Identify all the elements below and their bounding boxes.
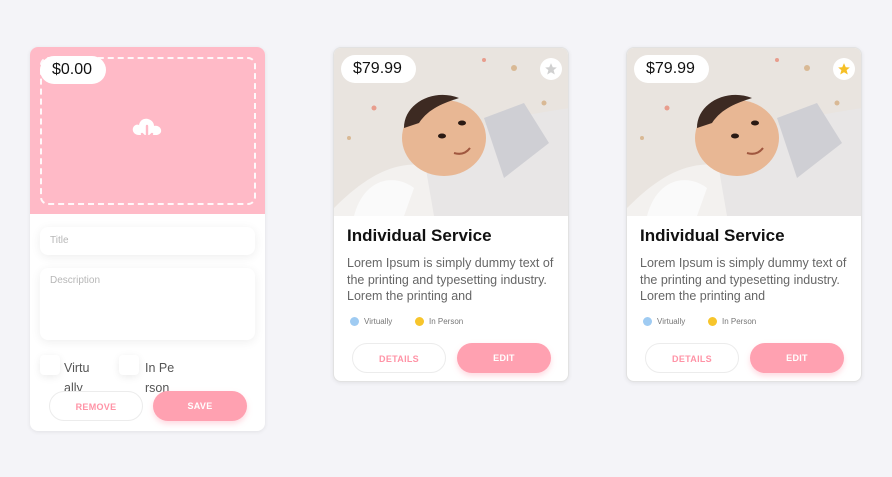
details-button[interactable]: DETAILS [352,343,446,373]
star-icon [545,63,557,75]
edit-button[interactable]: EDIT [750,343,844,373]
in-person-tag: In Person [708,317,756,326]
service-description: Lorem Ipsum is simply dummy text of the … [640,256,847,303]
description-placeholder: Description [50,275,101,286]
virtually-tag-label: Virtually [657,317,686,326]
service-card: $79.99 Individual Service Lorem Ipsum is… [333,47,569,382]
in-person-dot-icon [708,317,717,326]
title-placeholder: Title [50,235,69,246]
title-field[interactable]: Title [40,227,255,255]
price-badge: $79.99 [341,55,416,83]
virtually-tag-label: Virtually [364,317,393,326]
virtually-checkbox[interactable] [40,355,60,375]
in-person-checkbox[interactable] [119,355,139,375]
service-title: Individual Service [347,226,492,245]
details-button[interactable]: DETAILS [645,343,739,373]
remove-button[interactable]: REMOVE [49,391,143,421]
description-field[interactable]: Description [40,268,255,340]
cloud-upload-icon[interactable] [131,115,163,143]
virtually-tag: Virtually [643,317,685,326]
virtually-dot-icon [643,317,652,326]
image-upload-area[interactable]: $0.00 [30,47,265,214]
virtually-dot-icon [350,317,359,326]
save-button[interactable]: SAVE [153,391,247,421]
price-input[interactable]: $0.00 [40,56,107,84]
service-photo: $79.99 [334,48,568,216]
service-photo: $79.99 [627,48,861,216]
in-person-tag-label: In Person [429,317,464,326]
service-description: Lorem Ipsum is simply dummy text of the … [347,256,554,303]
star-icon [838,63,850,75]
service-editor-card: $0.00 Title Description Virtually In Per… [30,47,265,431]
favorite-button[interactable] [833,58,855,80]
service-card: $79.99 Individual Service Lorem Ipsum is… [626,47,862,382]
in-person-tag: In Person [415,317,463,326]
price-badge: $79.99 [634,55,709,83]
favorite-button[interactable] [540,58,562,80]
in-person-tag-label: In Person [722,317,757,326]
in-person-dot-icon [415,317,424,326]
edit-button[interactable]: EDIT [457,343,551,373]
service-title: Individual Service [640,226,785,245]
virtually-tag: Virtually [350,317,392,326]
